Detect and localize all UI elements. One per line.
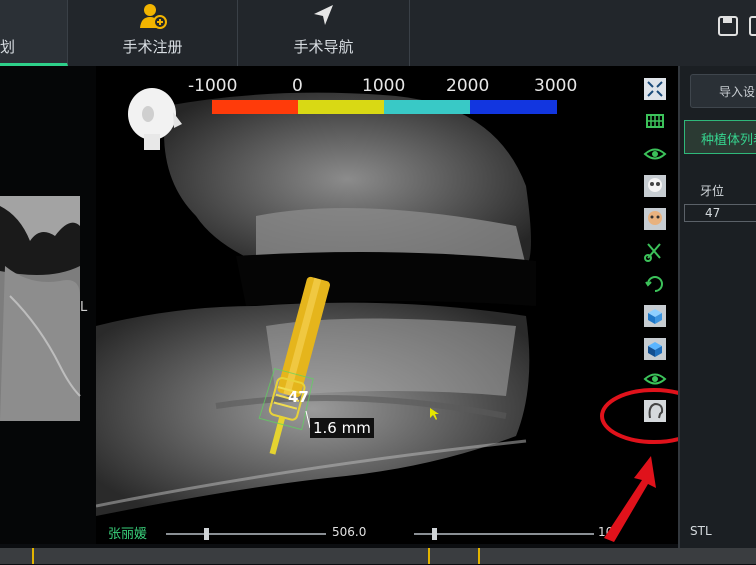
eye-icon[interactable]	[642, 141, 668, 167]
implant-tooth-label: 47	[288, 388, 309, 406]
3d-volume-view[interactable]: -1000 0 1000 2000 3000 47 1.6 mm 张丽媛 506…	[96, 66, 678, 544]
skull-front-icon[interactable]	[642, 173, 668, 199]
level-slider-track[interactable]	[414, 533, 594, 535]
scale-band-red	[212, 100, 298, 114]
window-slider-track[interactable]	[166, 533, 326, 535]
import-button[interactable]: 导入设	[690, 74, 756, 108]
mesh-icon[interactable]	[642, 108, 668, 134]
stl-label: STL	[690, 524, 712, 538]
top-toolbar: 划 手术注册 手术导航	[0, 0, 756, 66]
window-slider-value: 506.0	[332, 525, 367, 539]
measurement-label: 1.6 mm	[310, 418, 374, 438]
tab-surgical-navigation[interactable]: 手术导航	[238, 0, 410, 66]
fit-screen-icon[interactable]	[642, 76, 668, 102]
volume-cube-solid-icon[interactable]	[642, 336, 668, 362]
right-side-panel: 导入设 种植体列表 牙位 47 STL 钅	[678, 66, 756, 564]
scale-label-2000: 2000	[446, 76, 490, 96]
implant-list-tab[interactable]: 种植体列表	[684, 120, 756, 154]
timeline-marker	[478, 548, 480, 564]
scale-band-yellow	[298, 100, 384, 114]
head-orientation-icon[interactable]	[118, 84, 188, 152]
tooth-position-field[interactable]: 47	[684, 204, 756, 222]
tab-surgical-navigation-label: 手术导航	[293, 38, 354, 56]
window-slider-handle[interactable]	[204, 528, 209, 540]
cut-icon[interactable]	[642, 238, 668, 264]
tab-surgical-registration[interactable]: 手术注册	[68, 0, 238, 66]
face-icon[interactable]	[642, 206, 668, 232]
scale-label-3000: 3000	[534, 76, 578, 96]
tab-surgical-registration-label: 手术注册	[122, 38, 183, 56]
tab-planning-label: 划	[0, 38, 16, 56]
scale-label-0: 0	[292, 76, 303, 96]
volume-cube-icon[interactable]	[642, 303, 668, 329]
patient-name: 张丽媛	[108, 527, 148, 542]
timeline-marker	[428, 548, 430, 564]
rotate-icon[interactable]	[642, 271, 668, 297]
navigation-arrow-icon	[313, 5, 333, 25]
orientation-marker: L	[80, 300, 88, 315]
scale-label-1000: 1000	[362, 76, 406, 96]
highlight-annotation	[600, 388, 678, 542]
save-icon[interactable]	[712, 10, 744, 42]
scale-band-cyan	[384, 100, 470, 114]
tab-planning[interactable]: 划	[0, 0, 68, 66]
hu-color-scale: -1000 0 1000 2000 3000	[188, 66, 586, 116]
tooth-position-label: 牙位	[700, 184, 725, 198]
scale-label-min: -1000	[188, 76, 238, 96]
timeline-marker	[32, 548, 34, 564]
person-add-icon	[139, 4, 167, 29]
scale-band-blue	[470, 100, 557, 114]
sagittal-slice-view[interactable]: L	[0, 66, 97, 544]
timeline-bar[interactable]	[0, 548, 756, 564]
document-icon[interactable]	[744, 10, 756, 42]
level-slider-handle[interactable]	[432, 528, 437, 540]
